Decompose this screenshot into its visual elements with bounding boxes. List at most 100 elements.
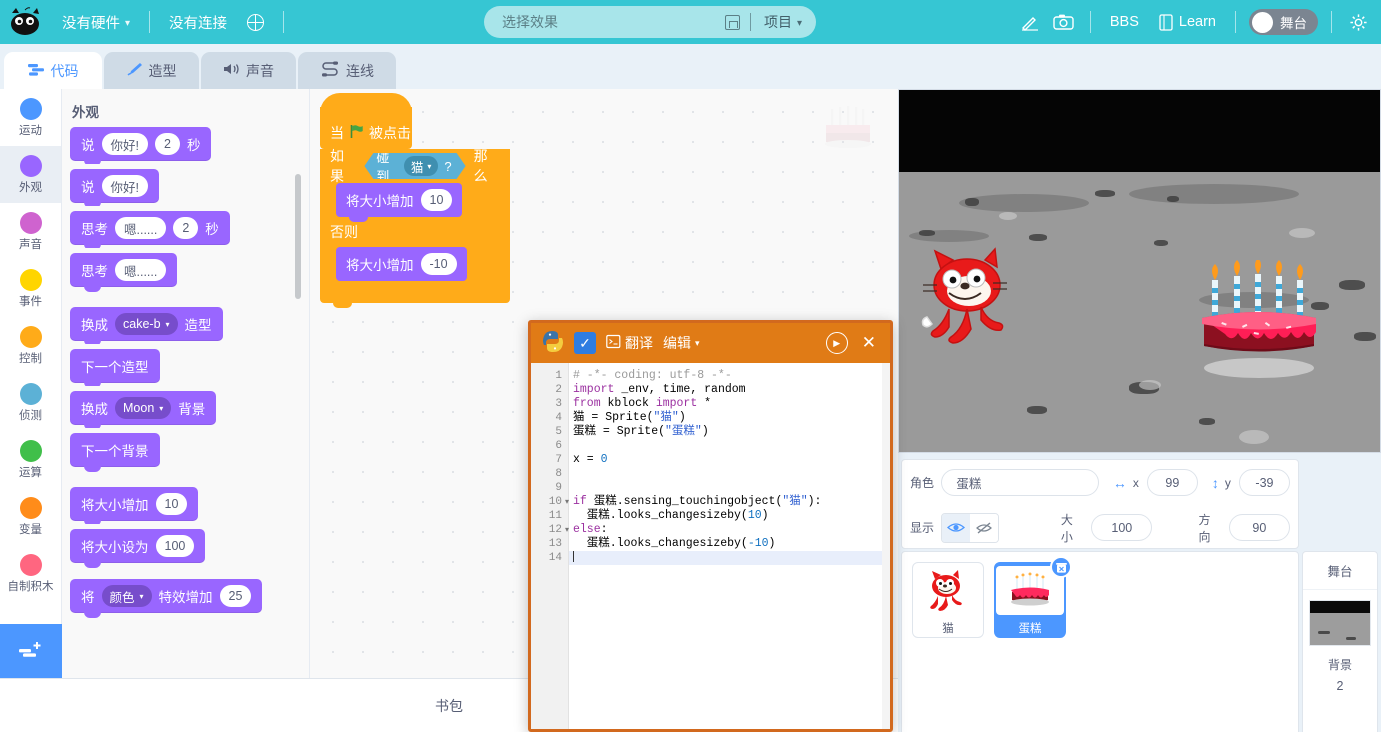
learn-link[interactable]: Learn [1149, 13, 1226, 31]
run-button[interactable]: ▶ [825, 332, 848, 354]
touching-object-block[interactable]: 碰到 猫 ▾ ? [364, 153, 465, 179]
tab-code[interactable]: 代码 [4, 52, 102, 89]
edit-menu[interactable]: 编辑 ▾ [663, 333, 700, 353]
palette-block[interactable]: 思考 嗯...... 2 秒 [70, 206, 230, 250]
code-line[interactable] [569, 439, 890, 453]
python-editor-window[interactable]: ✓ 翻译 编辑 ▾ ▶ ✕ 1 2 3 4 5 6 7 8 9 10 ▾ 11 12 ▾ 13 14 # -*… [528, 320, 893, 732]
block-dropdown[interactable]: 颜色 ▾ [101, 585, 152, 607]
palette-block[interactable]: 下一个背景 [70, 428, 160, 472]
palette-block[interactable]: 思考 嗯...... [70, 248, 178, 292]
direction-input[interactable]: 90 [1228, 514, 1290, 541]
code-line[interactable]: 猫 = Sprite("猫") [569, 411, 890, 425]
code-line[interactable] [569, 481, 890, 495]
gear-icon[interactable] [1341, 0, 1375, 44]
palette-scrollbar[interactable] [295, 174, 301, 299]
bbs-link[interactable]: BBS [1100, 14, 1149, 30]
palette-block[interactable]: 说 你好! [70, 164, 159, 208]
change-size-by-block[interactable]: 将大小增加 -10 [336, 247, 467, 286]
category-sound[interactable]: 声音 [0, 203, 61, 260]
sprite-card-cake[interactable]: 蛋糕 [994, 556, 1072, 638]
python-code-body[interactable]: 1 2 3 4 5 6 7 8 9 10 ▾ 11 12 ▾ 13 14 # -*- coding: utf-… [531, 363, 890, 729]
palette-block[interactable]: 说 你好! 2 秒 [70, 122, 212, 166]
python-title-bar[interactable]: ✓ 翻译 编辑 ▾ ▶ ✕ [531, 323, 890, 363]
sprite-card-cat[interactable]: 猫 [912, 562, 984, 638]
checkbox-checked-icon[interactable]: ✓ [574, 332, 596, 354]
camera-icon[interactable] [1047, 0, 1081, 44]
block-input[interactable]: 2 [154, 133, 180, 155]
block-input[interactable]: -10 [420, 253, 457, 275]
palette-block[interactable]: 将大小增加 10 [70, 482, 199, 526]
y-input[interactable]: -39 [1238, 469, 1290, 496]
when-flag-clicked-block[interactable]: 当 被点击 [320, 93, 412, 149]
stage-toggle[interactable]: 舞台 [1249, 9, 1318, 35]
block-dropdown[interactable]: cake-b ▾ [115, 313, 178, 335]
block-input[interactable]: 你好! [101, 133, 148, 155]
tab-wiring[interactable]: 连线 [298, 52, 396, 89]
visibility-toggle-group[interactable] [941, 512, 999, 543]
if-else-block[interactable]: 如果 碰到 猫 ▾ ? 那么 将大小增加 10 否则 将大小增加 -10 [320, 148, 510, 308]
block-input[interactable]: 嗯...... [115, 217, 167, 239]
category-control[interactable]: 控制 [0, 317, 61, 374]
sprite-list[interactable]: 猫 蛋糕 [901, 551, 1299, 732]
code-text-area[interactable]: # -*- coding: utf-8 -*- import _env, time… [569, 363, 890, 729]
block-dropdown[interactable]: Moon ▾ [115, 397, 172, 419]
project-menu[interactable]: 项目 ▾ [751, 12, 816, 32]
code-line[interactable]: 蛋糕.looks_changesizeby(-10) [569, 537, 890, 551]
x-input[interactable]: 99 [1146, 469, 1198, 496]
category-operators[interactable]: 运算 [0, 431, 61, 488]
code-line[interactable] [569, 467, 890, 481]
python-scrollbar[interactable] [882, 363, 890, 729]
sprite-name-input[interactable]: 蛋糕 [941, 469, 1099, 496]
sprite-cake[interactable] [1194, 258, 1324, 385]
stage-panel[interactable]: 舞台 背景 2 [1302, 551, 1378, 732]
add-extension-button[interactable] [0, 624, 62, 678]
translate-button[interactable]: 翻译 [606, 333, 653, 353]
block-input[interactable]: 100 [155, 535, 195, 557]
code-line[interactable]: import _env, time, random [569, 383, 890, 397]
stage[interactable] [898, 89, 1381, 453]
code-line[interactable]: # -*- coding: utf-8 -*- [569, 369, 890, 383]
palette-block[interactable]: 将 颜色 ▾ 特效增加 25 [70, 574, 263, 618]
code-line[interactable]: x = 0 [569, 453, 890, 467]
category-events[interactable]: 事件 [0, 260, 61, 317]
pencil-icon[interactable] [1013, 0, 1047, 44]
category-looks[interactable]: 外观 [0, 146, 61, 203]
tab-sounds[interactable]: 声音 [201, 52, 296, 89]
palette-block[interactable]: 换成 cake-b ▾ 造型 [70, 302, 223, 346]
effect-select[interactable]: 选择效果 项目 ▾ [484, 6, 816, 38]
code-line[interactable] [569, 551, 890, 565]
block-input[interactable]: 10 [155, 493, 188, 515]
block-input[interactable]: 2 [173, 217, 199, 239]
connection-status[interactable]: 没有连接 [159, 12, 237, 33]
delete-sprite-icon[interactable] [1050, 556, 1072, 578]
hardware-selector[interactable]: 没有硬件 ▾ [52, 12, 140, 33]
code-line[interactable]: else: [569, 523, 890, 537]
block-input[interactable]: 嗯...... [115, 259, 167, 281]
block-input[interactable]: 25 [219, 585, 252, 607]
category-sensing[interactable]: 侦测 [0, 374, 61, 431]
size-input[interactable]: 100 [1091, 514, 1153, 541]
else-header-row[interactable]: 否则 [320, 217, 510, 247]
palette-block[interactable]: 下一个造型 [70, 344, 160, 388]
change-size-by-block[interactable]: 将大小增加 10 [336, 183, 463, 222]
tab-costumes[interactable]: 造型 [104, 52, 199, 89]
block-palette[interactable]: 外观 说 你好! 2 秒 说 你好! 思考 嗯...... 2 秒 思考 嗯..… [62, 89, 310, 678]
code-line[interactable]: if 蛋糕.sensing_touchingobject("猫"): [569, 495, 890, 509]
palette-block[interactable]: 将大小设为 100 [70, 524, 206, 568]
backdrop-thumbnail[interactable] [1309, 600, 1371, 646]
block-input[interactable]: 你好! [101, 175, 148, 197]
script-stack[interactable]: 当 被点击 如果 碰到 猫 ▾ ? 那么 将大小增加 10 否则 将大小增加 -… [320, 93, 510, 308]
category-variables[interactable]: 变量 [0, 488, 61, 545]
eye-hide-icon[interactable] [970, 513, 998, 542]
cat-logo-icon[interactable] [0, 0, 52, 44]
category-myblocks[interactable]: 自制积木 [0, 545, 61, 602]
code-line[interactable]: 蛋糕.looks_changesizeby(10) [569, 509, 890, 523]
eye-show-icon[interactable] [942, 513, 970, 542]
palette-block[interactable]: 换成 Moon ▾ 背景 [70, 386, 217, 430]
block-input[interactable]: 10 [420, 189, 453, 211]
sprite-cat[interactable] [919, 245, 1029, 355]
close-icon[interactable]: ✕ [858, 333, 880, 353]
code-line[interactable]: from kblock import * [569, 397, 890, 411]
code-line[interactable]: 蛋糕 = Sprite("蛋糕") [569, 425, 890, 439]
language-button[interactable] [237, 13, 274, 31]
